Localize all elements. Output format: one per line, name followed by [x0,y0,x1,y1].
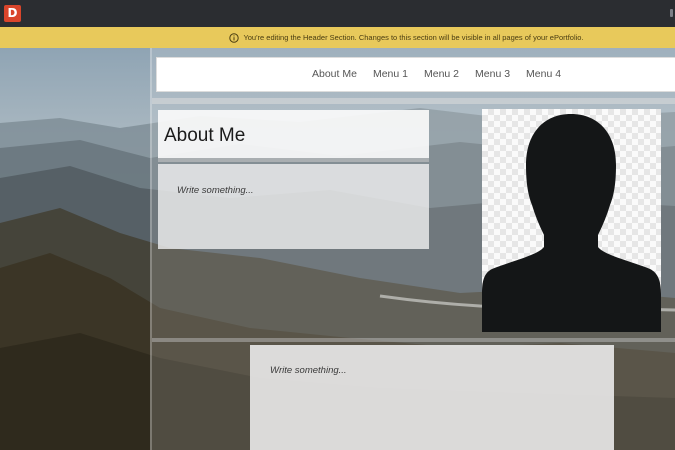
about-block-separator [158,158,429,162]
text-block-1[interactable]: Write something... [158,164,429,249]
profile-photo[interactable] [482,109,661,332]
app-logo[interactable]: D [4,5,21,22]
nav-item-about-me[interactable]: About Me [312,68,357,80]
text-block-2-placeholder[interactable]: Write something... [270,365,347,376]
text-block-2[interactable]: Write something... [250,345,614,450]
notice-text: You're editing the Header Section. Chang… [243,33,584,42]
info-circle-icon [229,32,240,43]
app-topbar: D [0,0,675,27]
canvas-left-edge [150,48,152,450]
about-title-block[interactable]: About Me [158,110,429,158]
nav-item-menu-2[interactable]: Menu 2 [424,68,459,80]
header-nav[interactable]: About Me Menu 1 Menu 2 Menu 3 Menu 4 [156,57,675,92]
nav-item-menu-1[interactable]: Menu 1 [373,68,408,80]
topbar-edge-handle [670,9,673,17]
editing-notice-bar: You're editing the Header Section. Chang… [0,27,675,48]
text-block-1-placeholder[interactable]: Write something... [177,185,254,196]
header-section-divider [152,98,675,104]
nav-item-menu-3[interactable]: Menu 3 [475,68,510,80]
silhouette-avatar-icon [482,114,661,332]
nav-menu: About Me Menu 1 Menu 2 Menu 3 Menu 4 [312,68,561,80]
page-title[interactable]: About Me [164,125,245,147]
nav-item-menu-4[interactable]: Menu 4 [526,68,561,80]
section-separator [152,338,675,342]
